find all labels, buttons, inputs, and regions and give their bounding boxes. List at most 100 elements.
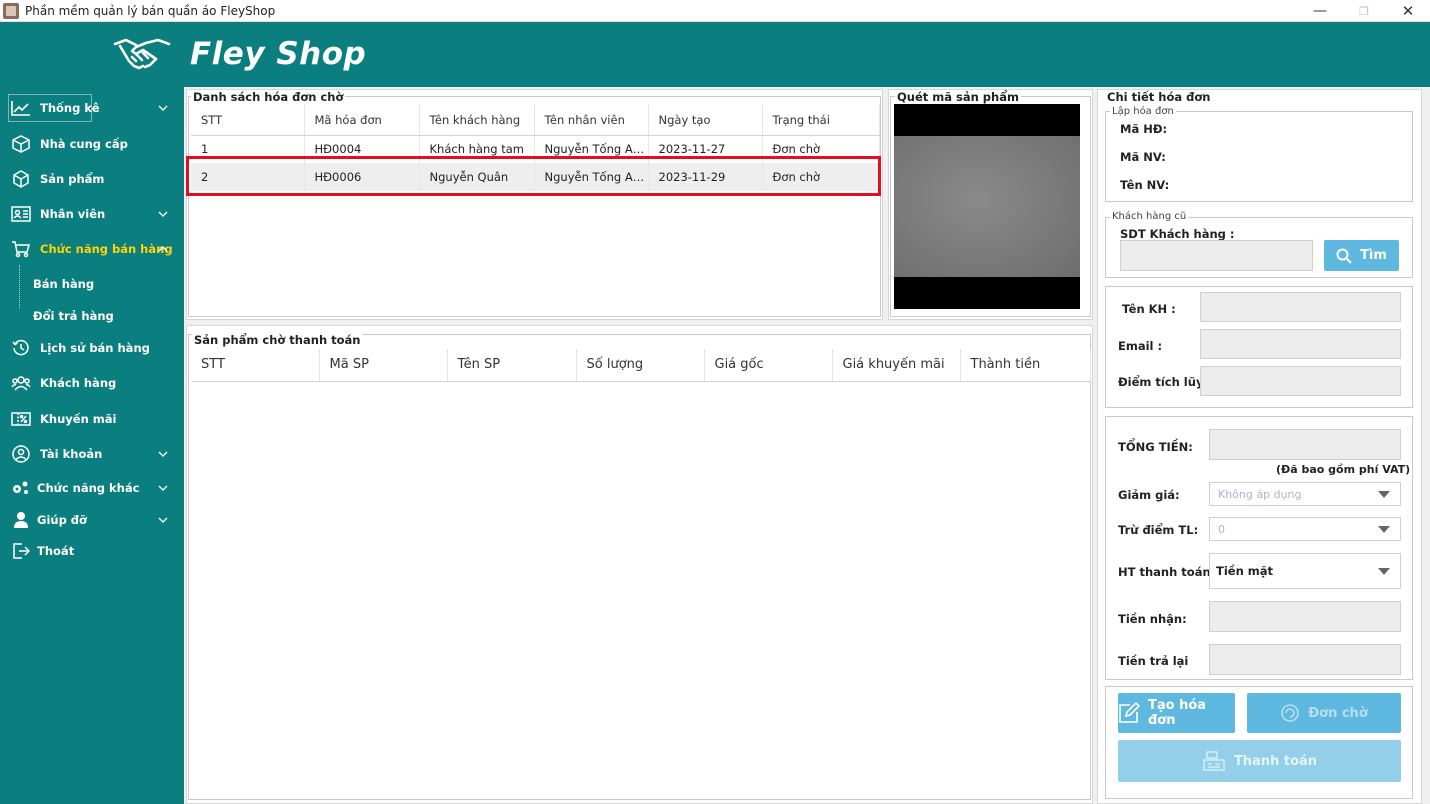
sidebar-item-label: Nhân viên: [40, 207, 106, 221]
diem-tich-luy-label: Điểm tích lũy:: [1118, 375, 1209, 389]
sidebar-item-tai-khoan[interactable]: Tài khoản: [0, 439, 184, 469]
sidebar-item-label: Chức năng bán hàng: [40, 242, 173, 256]
table-cell: 2: [191, 163, 305, 191]
payment-method-select[interactable]: Tiền mặt: [1209, 553, 1401, 589]
ticket-icon: [11, 410, 31, 428]
table-row[interactable]: 2 HĐ0006 Nguyễn Quân Nguyễn Tống Anh ...…: [191, 163, 880, 191]
brand-title: Fley Shop: [190, 36, 367, 72]
sidebar-item-khach-hang[interactable]: Khách hàng: [0, 368, 184, 398]
edit-icon: [1118, 702, 1140, 724]
support-icon: [11, 511, 31, 529]
camera-feed: [894, 136, 1080, 277]
sidebar-subitem-doi-tra-hang[interactable]: Đổi trả hàng: [33, 309, 114, 323]
maximize-button[interactable]: ❐: [1342, 0, 1386, 22]
points-deduction-value: 0: [1218, 522, 1225, 536]
column-header[interactable]: Giá khuyến mãi: [832, 349, 961, 382]
sidebar-subitem-ban-hang[interactable]: Bán hàng: [33, 277, 94, 291]
sidebar-item-san-pham[interactable]: Sản phẩm: [0, 164, 184, 194]
dropdown-arrow-icon: [1378, 526, 1390, 533]
email-label: Email :: [1118, 339, 1163, 353]
table-row[interactable]: 1 HĐ0004 Khách hàng tam Nguyễn Tống Anh …: [191, 135, 880, 163]
column-header[interactable]: Tên khách hàng: [419, 105, 535, 136]
ma-nv-label: Mã NV:: [1120, 150, 1166, 164]
table-cell: 2023-11-29: [648, 163, 763, 191]
pay-button[interactable]: Thanh toán: [1118, 740, 1401, 782]
column-header[interactable]: Tên nhân viên: [534, 105, 649, 136]
create-invoice-button[interactable]: Tạo hóa đơn: [1118, 693, 1235, 733]
sidebar-item-thong-ke[interactable]: Thống kê: [0, 93, 184, 123]
column-header[interactable]: Giá gốc: [704, 349, 833, 382]
app-header: Fley Shop: [0, 22, 1430, 87]
sidebar-item-label: Sản phẩm: [40, 172, 105, 186]
ten-nv-label: Tên NV:: [1120, 178, 1170, 192]
create-invoice-group-label: Lập hóa đơn: [1110, 106, 1176, 117]
tien-nhan-label: Tiền nhận:: [1118, 612, 1187, 626]
column-header[interactable]: Trạng thái: [762, 105, 880, 136]
search-button[interactable]: Tìm: [1324, 240, 1399, 271]
sidebar: Thống kê Nhà cung cấp Sản phẩm Nhân viên: [0, 87, 184, 804]
column-header[interactable]: Mã SP: [319, 349, 448, 382]
tong-tien-label: TỔNG TIỀN:: [1118, 440, 1193, 454]
customer-name-field[interactable]: [1200, 292, 1401, 322]
pending-order-button[interactable]: Đơn chờ: [1247, 693, 1401, 733]
table-cell: 1: [191, 135, 305, 163]
pending-products-panel: Sản phẩm chờ thanh toán STT Mã SP Tên SP…: [186, 325, 1093, 804]
column-header[interactable]: STT: [191, 105, 305, 136]
sidebar-item-nhan-vien[interactable]: Nhân viên: [0, 199, 184, 229]
sidebar-item-label: Tài khoản: [40, 447, 103, 461]
sidebar-item-khuyen-mai[interactable]: Khuyến mãi: [0, 404, 184, 434]
handshake-icon: [112, 34, 172, 74]
sidebar-item-label: Khách hàng: [40, 376, 117, 390]
sdt-label: SDT Khách hàng :: [1120, 227, 1235, 241]
loyalty-points-field[interactable]: [1200, 366, 1401, 396]
sidebar-item-nha-cung-cap[interactable]: Nhà cung cấp: [0, 129, 184, 159]
logout-icon: [11, 542, 31, 560]
pending-products-table: STT Mã SP Tên SP Số lượng Giá gốc Giá kh…: [191, 349, 1091, 796]
received-amount-field[interactable]: [1209, 601, 1401, 632]
table-cell: Nguyễn Tống Anh ...: [534, 163, 649, 191]
column-header[interactable]: Số lượng: [576, 349, 705, 382]
table-header-row: STT Mã SP Tên SP Số lượng Giá gốc Giá kh…: [191, 349, 1091, 382]
sidebar-item-label: Chức năng khác: [37, 481, 140, 495]
column-header[interactable]: Thành tiền: [960, 349, 1091, 382]
dropdown-arrow-icon: [1378, 491, 1390, 498]
scanner-title: Quét mã sản phẩm: [895, 90, 1021, 104]
sidebar-item-giup-do[interactable]: Giúp đỡ: [0, 505, 184, 535]
points-deduction-select[interactable]: 0: [1209, 517, 1401, 541]
column-header[interactable]: Mã hóa đơn: [304, 105, 420, 136]
total-amount-field[interactable]: [1209, 429, 1401, 460]
tru-diem-label: Trừ điểm TL:: [1118, 523, 1199, 537]
sidebar-item-label: Khuyến mãi: [40, 412, 117, 426]
sidebar-item-chuc-nang-ban-hang[interactable]: Chức năng bán hàng: [0, 234, 184, 264]
chevron-down-icon: [158, 105, 168, 111]
sidebar-item-thoat[interactable]: Thoát: [0, 536, 184, 566]
id-card-icon: [11, 205, 31, 223]
phone-input[interactable]: [1120, 240, 1313, 271]
email-field[interactable]: [1200, 329, 1401, 359]
table-cell: 2023-11-27: [648, 135, 763, 163]
minimize-button[interactable]: —: [1298, 0, 1342, 22]
column-header[interactable]: STT: [191, 349, 320, 382]
app-icon: [3, 2, 19, 19]
window-title: Phần mềm quản lý bán quần áo FleyShop: [25, 3, 276, 18]
table-cell: HĐ0004: [304, 135, 420, 163]
user-circle-icon: [11, 445, 31, 463]
sidebar-item-chuc-nang-khac[interactable]: Chức năng khác: [0, 473, 184, 503]
column-header[interactable]: Ngày tạo: [648, 105, 763, 136]
table-cell: Nguyễn Tống Anh ...: [534, 135, 649, 163]
discount-select[interactable]: Không áp dụng: [1209, 482, 1401, 506]
users-icon: [11, 374, 31, 392]
close-button[interactable]: ✕: [1386, 0, 1430, 22]
column-header[interactable]: Tên SP: [447, 349, 577, 382]
change-amount-field[interactable]: [1209, 644, 1401, 675]
dropdown-arrow-icon: [1378, 568, 1390, 575]
sidebar-item-lich-su-ban-hang[interactable]: Lịch sử bán hàng: [0, 333, 184, 363]
camera-preview[interactable]: [894, 104, 1080, 309]
pending-invoices-title: Danh sách hóa đơn chờ: [191, 90, 346, 104]
cube-icon: [11, 170, 31, 188]
invoice-detail-panel: Chi tiết hóa đơn Lập hóa đơn Mã HĐ: Mã N…: [1097, 89, 1422, 804]
cart-icon: [11, 240, 31, 258]
pending-products-title: Sản phẩm chờ thanh toán: [192, 333, 363, 347]
table-cell: Đơn chờ: [762, 135, 880, 163]
pending-invoices-panel: Danh sách hóa đơn chờ STT Mã hóa đơn Tên…: [186, 89, 883, 320]
